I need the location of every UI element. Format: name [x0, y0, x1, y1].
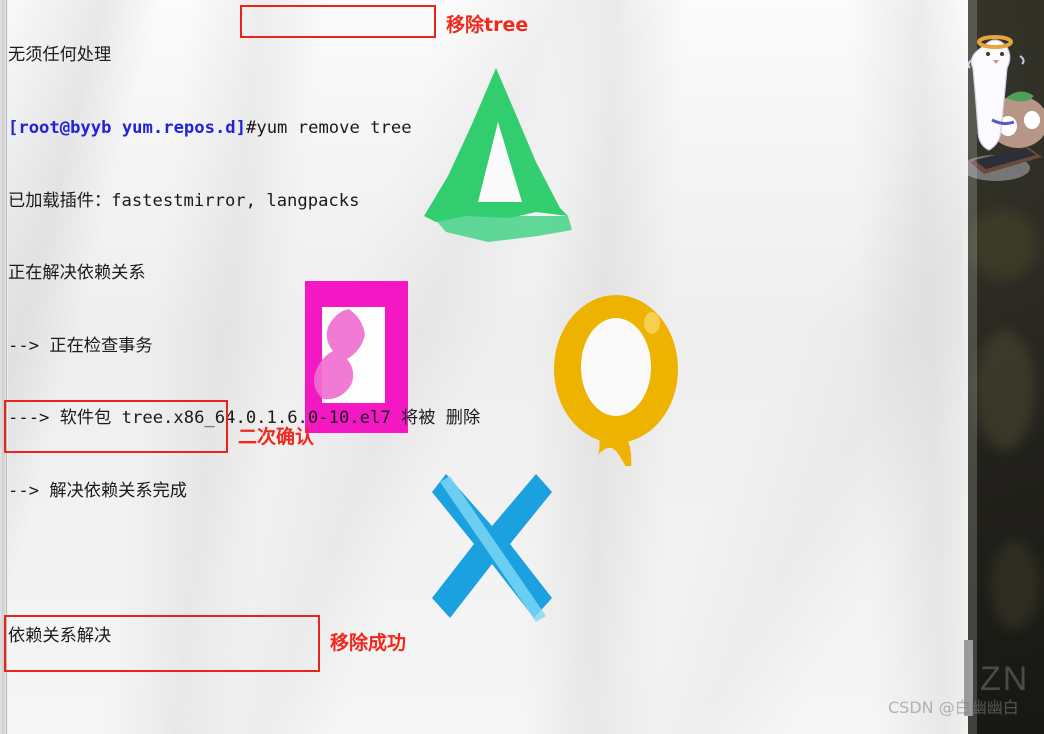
terminal-line-text: --> 正在检查事务: [8, 335, 153, 356]
csdn-watermark: CSDN @白幽幽白: [888, 698, 1019, 717]
wallpaper-bokeh: [968, 210, 1038, 280]
annotation-label-second-confirm: 二次确认: [238, 426, 315, 448]
terminal-line: 无须任何处理: [8, 43, 960, 67]
wallpaper-bokeh: [990, 540, 1040, 630]
wallpaper-bokeh: [975, 330, 1035, 450]
terminal-line-text: 依赖关系解决: [8, 626, 112, 647]
annotation-label-remove-success: 移除成功: [330, 632, 407, 654]
terminal-line: 依赖关系解决: [8, 624, 960, 648]
terminal-output: 无须任何处理 [root@byyb yum.repos.d]#yum remov…: [8, 0, 960, 734]
terminal-line: 正在解决依赖关系: [8, 261, 960, 285]
prompt-hash: #: [246, 118, 257, 138]
terminal-line-text: --> 解决依赖关系完成: [8, 480, 187, 501]
shell-prompt: [root@byyb yum.repos.d]: [8, 118, 246, 138]
terminal-scrollbar-track[interactable]: [963, 0, 977, 734]
terminal-line: ---> 软件包 tree.x86_64.0.1.6.0-10.el7 将被 删…: [8, 406, 960, 430]
terminal-line: --> 正在检查事务: [8, 334, 960, 358]
terminal-line: --> 解决依赖关系完成: [8, 479, 960, 503]
terminal-line: 已加载插件：fastestmirror, langpacks: [8, 189, 960, 213]
terminal-window[interactable]: 无须任何处理 [root@byyb yum.repos.d]#yum remov…: [0, 0, 968, 734]
terminal-line-text: 正在解决依赖关系: [8, 263, 146, 284]
terminal-command: yum remove tree: [256, 118, 412, 138]
annotation-label-remove-tree: 移除tree: [446, 14, 529, 36]
terminal-prompt-line: [root@byyb yum.repos.d]#yum remove tree: [8, 116, 960, 140]
window-left-frame: [0, 0, 8, 734]
terminal-line-text: 已加载插件：fastestmirror, langpacks: [8, 190, 360, 211]
terminal-line-text: 无须任何处理: [8, 45, 112, 66]
